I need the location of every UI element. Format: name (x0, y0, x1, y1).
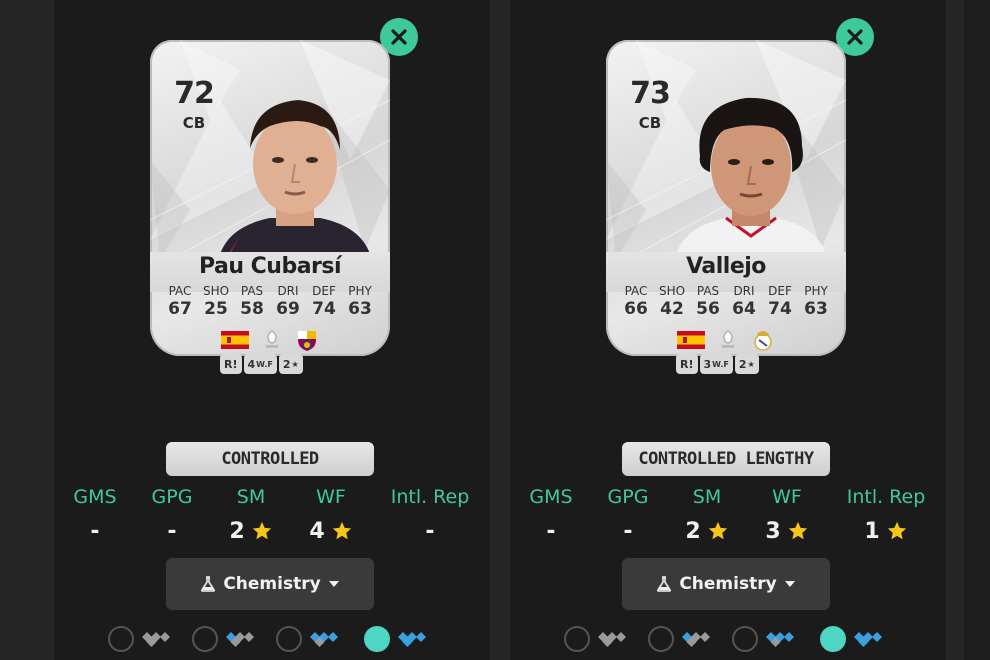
chem-option-0[interactable] (108, 626, 174, 652)
chem-radio[interactable] (108, 626, 134, 652)
chem-style-row (510, 626, 946, 656)
accel-type-badge: CONTROLLED LENGTHY (622, 442, 830, 476)
chem-radio[interactable] (192, 626, 218, 652)
real-madrid-crest-icon (754, 331, 772, 351)
chem-diamonds-icon (142, 632, 170, 647)
player-card[interactable]: 73 CB Vallejo PAC 66 SHO 42 PAS 56 DRI 64 DE… (606, 40, 846, 356)
laliga-icon (722, 330, 734, 348)
stat-sho: SHO 25 (202, 284, 230, 319)
player-card[interactable]: 72 CB Pau Cubarsí PAC 67 SHO 25 PAS 58 DRI 6… (150, 40, 390, 356)
stat-dri: DRI 64 (732, 284, 756, 319)
barcelona-crest-icon (298, 331, 316, 351)
card-info-strip: R! 4 W.F 2 ★ (220, 354, 303, 374)
chem-radio-active[interactable] (364, 626, 390, 652)
chem-radio[interactable] (564, 626, 590, 652)
chemistry-label: Chemistry (223, 574, 321, 594)
star-icon (708, 521, 727, 540)
star-icon (788, 521, 807, 540)
card-stats: PAC 66 SHO 42 PAS 56 DRI 64 DEF 74 PHY 63 (618, 284, 834, 319)
card-player-name: Vallejo (686, 254, 766, 279)
preferred-foot: R! (676, 354, 698, 374)
chem-style-row (54, 626, 490, 656)
chevron-down-icon (784, 581, 795, 587)
player-portrait (220, 100, 370, 254)
card-stats: PAC 67 SHO 25 PAS 58 DRI 69 DEF 74 PHY 63 (162, 284, 378, 319)
chem-option-1[interactable] (192, 626, 258, 652)
spain-flag-icon (221, 331, 249, 349)
stat-def: DEF 74 (768, 284, 792, 319)
stat-pac: PAC 66 (624, 284, 648, 319)
chem-diamonds-icon (682, 632, 710, 647)
accel-type-badge: CONTROLLED (166, 442, 374, 476)
stat-dri: DRI 69 (276, 284, 300, 319)
chem-diamonds-icon (310, 632, 338, 647)
laliga-icon (266, 330, 278, 348)
chemistry-dropdown[interactable]: Chemistry (622, 558, 830, 610)
chem-radio[interactable] (648, 626, 674, 652)
chem-radio[interactable] (276, 626, 302, 652)
card-info-strip: R! 3 W.F 2 ★ (676, 354, 759, 374)
info-intl-rep: Intl. Rep 1 (846, 486, 926, 544)
stat-pac: PAC 67 (168, 284, 192, 319)
close-icon (847, 29, 863, 45)
preferred-foot: R! (220, 354, 242, 374)
chemistry-label: Chemistry (679, 574, 777, 594)
player-panel-1: 72 CB Pau Cubarsí PAC 67 SHO 25 PAS 58 DRI 6… (54, 0, 490, 660)
chem-radio[interactable] (732, 626, 758, 652)
chem-diamonds-icon (226, 632, 254, 647)
chem-option-1[interactable] (648, 626, 714, 652)
card-badges (150, 328, 390, 352)
player-panel-2: 73 CB Vallejo PAC 66 SHO 42 PAS 56 DRI 64 DE… (510, 0, 946, 660)
card-player-name: Pau Cubarsí (198, 254, 342, 279)
stat-def: DEF 74 (312, 284, 336, 319)
chem-option-0[interactable] (564, 626, 630, 652)
chem-option-2[interactable] (732, 626, 798, 652)
chem-diamonds-icon (398, 632, 426, 647)
skill-moves: 2 ★ (278, 354, 303, 374)
info-gpg: GPG - (151, 486, 193, 544)
chem-option-3[interactable] (364, 626, 430, 652)
info-intl-rep: Intl. Rep - (390, 486, 470, 544)
info-wf: WF 3 (742, 486, 832, 544)
player-portrait (676, 97, 826, 254)
flask-icon (201, 576, 216, 592)
chevron-down-icon (328, 581, 339, 587)
chem-option-2[interactable] (276, 626, 342, 652)
chemistry-dropdown[interactable]: Chemistry (166, 558, 374, 610)
chem-diamonds-icon (598, 632, 626, 647)
flask-icon (657, 576, 672, 592)
chem-diamonds-icon (766, 632, 794, 647)
chem-diamonds-icon (854, 632, 882, 647)
skill-moves: 2 ★ (734, 354, 759, 374)
stat-phy: PHY 63 (804, 284, 828, 319)
next-panel-edge (964, 0, 990, 660)
close-icon (391, 29, 407, 45)
chem-option-3[interactable] (820, 626, 886, 652)
card-badges (606, 328, 846, 352)
star-icon (332, 521, 351, 540)
stat-pas: PAS 56 (696, 284, 720, 319)
info-sm: SM 2 (662, 486, 752, 544)
star-icon (887, 521, 906, 540)
chem-radio-active[interactable] (820, 626, 846, 652)
stat-pas: PAS 58 (240, 284, 264, 319)
info-wf: WF 4 (286, 486, 376, 544)
star-icon (252, 521, 271, 540)
info-gpg: GPG - (607, 486, 649, 544)
spain-flag-icon (677, 331, 705, 349)
weak-foot: 3 W.F (699, 354, 733, 374)
info-sm: SM 2 (206, 486, 296, 544)
weak-foot: 4 W.F (243, 354, 277, 374)
stat-sho: SHO 42 (658, 284, 686, 319)
stat-phy: PHY 63 (348, 284, 372, 319)
